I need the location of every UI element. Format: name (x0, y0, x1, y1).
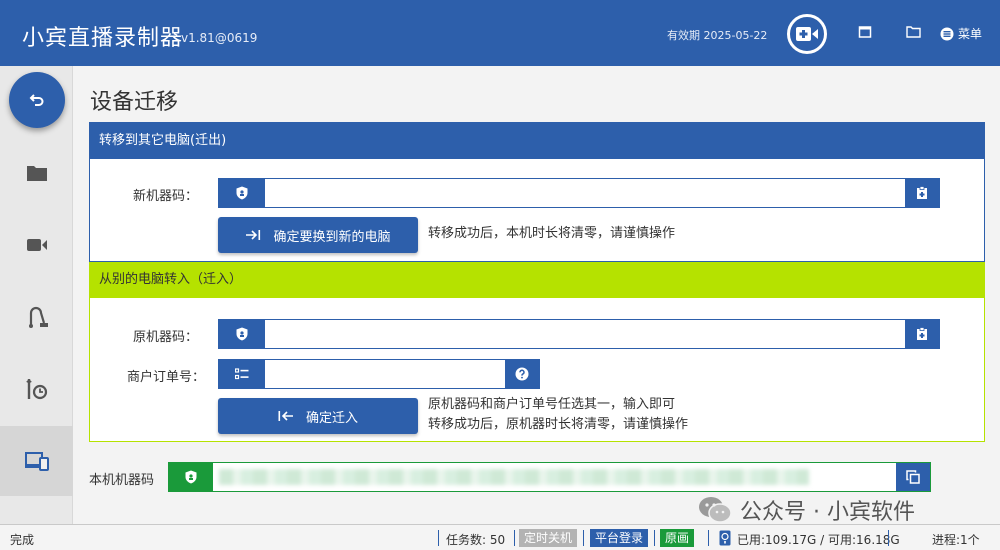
original-machine-code-label: 原机器码： (132, 330, 198, 345)
question-circle-icon (515, 367, 529, 381)
video-camera-icon (26, 239, 47, 251)
new-machine-code-group (218, 178, 940, 208)
confirm-transfer-in-label: 确定迁入 (305, 410, 358, 426)
back-arrow-icon (29, 94, 44, 106)
watermark: 公众号 · 小宾软件 (698, 494, 915, 526)
clipboard-icon (917, 186, 927, 199)
arrow-left-from-bar-icon (278, 411, 293, 421)
transfer-in-hint-2: 转移成功后，原机器时长将清零，请谨慎操作 (428, 417, 689, 432)
order-number-input[interactable] (265, 360, 505, 388)
open-folder-button[interactable] (906, 25, 921, 42)
app-version: v1.81@0619 (181, 31, 258, 45)
status-separator (708, 530, 709, 546)
clipboard-icon (917, 327, 927, 340)
vacuum-cleaner-icon (28, 306, 48, 328)
sidebar-item-folder[interactable] (0, 138, 73, 208)
window-button[interactable] (858, 25, 872, 43)
new-machine-code-input[interactable] (265, 179, 905, 207)
paste-button[interactable] (905, 179, 939, 207)
menu-label: 菜单 (958, 27, 983, 41)
help-button[interactable] (505, 360, 539, 388)
new-machine-code-label: 新机器码： (132, 189, 198, 204)
status-separator (654, 530, 655, 546)
list-icon-addon (219, 360, 265, 388)
original-machine-code-group (218, 319, 940, 349)
watermark-text: 公众号 · 小宾软件 (740, 500, 915, 525)
order-number-label: 商户订单号： (126, 370, 205, 385)
record-button[interactable] (787, 14, 827, 54)
shield-icon (236, 186, 248, 200)
status-separator (514, 530, 515, 546)
local-machine-code-label: 本机机器码 (89, 473, 155, 488)
sidebar (0, 66, 73, 524)
shield-icon (185, 470, 197, 484)
transfer-out-hint: 转移成功后，本机时长将清零，请谨慎操作 (428, 226, 676, 241)
order-number-group (218, 359, 540, 389)
sidebar-item-clean[interactable] (0, 282, 73, 352)
status-separator (583, 530, 584, 546)
status-text: 完成 (10, 533, 35, 547)
shield-icon-addon (219, 320, 265, 348)
menu-icon (940, 27, 954, 40)
devices-icon (24, 452, 49, 471)
sidebar-item-record[interactable] (0, 210, 73, 280)
title-bar: 小宾直播录制器 v1.81@0619 有效期 2025-05-22 菜单 (0, 0, 1000, 66)
folder-outline-icon (906, 26, 921, 38)
window-icon (858, 26, 872, 38)
paste-button[interactable] (905, 320, 939, 348)
local-machine-code-group (168, 462, 931, 492)
status-separator (438, 530, 439, 546)
video-add-icon (796, 27, 818, 41)
sidebar-item-device-migrate[interactable] (0, 426, 73, 496)
menu-button[interactable]: 菜单 (940, 25, 982, 42)
process-count: 进程:1个 (932, 533, 980, 547)
back-button[interactable] (9, 72, 65, 128)
copy-icon (906, 470, 920, 484)
disk-usage: 已用:109.17G / 可用:16.18G (737, 533, 900, 547)
sidebar-item-tools[interactable] (0, 354, 73, 424)
shield-icon-addon (169, 463, 213, 491)
original-machine-code-input[interactable] (265, 320, 905, 348)
app-title: 小宾直播录制器 (22, 26, 184, 51)
status-bar: 完成 任务数: 50 定时关机 平台登录 原画 已用:109.17G / 可用:… (0, 524, 1000, 550)
wrench-clock-icon (25, 379, 47, 400)
shield-icon-addon (219, 179, 265, 207)
list-icon (235, 368, 249, 380)
task-count: 任务数: 50 (446, 533, 506, 547)
original-quality-button[interactable]: 原画 (660, 529, 695, 547)
scheduled-shutdown-button[interactable]: 定时关机 (519, 529, 578, 547)
disk-icon (719, 530, 731, 546)
expiry-date: 有效期 2025-05-22 (667, 29, 768, 42)
redacted-code (219, 469, 809, 485)
page-title: 设备迁移 (90, 90, 179, 115)
confirm-transfer-out-label: 确定要换到新的电脑 (273, 229, 391, 245)
confirm-transfer-in-button[interactable]: 确定迁入 (218, 398, 418, 434)
copy-button[interactable] (896, 463, 930, 491)
transfer-out-heading: 转移到其它电脑(迁出) (90, 123, 984, 159)
confirm-transfer-out-button[interactable]: 确定要换到新的电脑 (218, 217, 418, 253)
shield-icon (236, 327, 248, 341)
folder-icon (26, 166, 47, 181)
platform-login-button[interactable]: 平台登录 (590, 529, 649, 547)
wechat-icon (699, 497, 732, 523)
arrow-right-to-bar-icon (246, 230, 261, 240)
transfer-in-hint-1: 原机器码和商户订单号任选其一，输入即可 (428, 397, 676, 412)
local-machine-code-value[interactable] (213, 463, 896, 491)
transfer-in-heading: 从别的电脑转入（迁入） (90, 262, 984, 298)
status-separator (888, 530, 889, 546)
